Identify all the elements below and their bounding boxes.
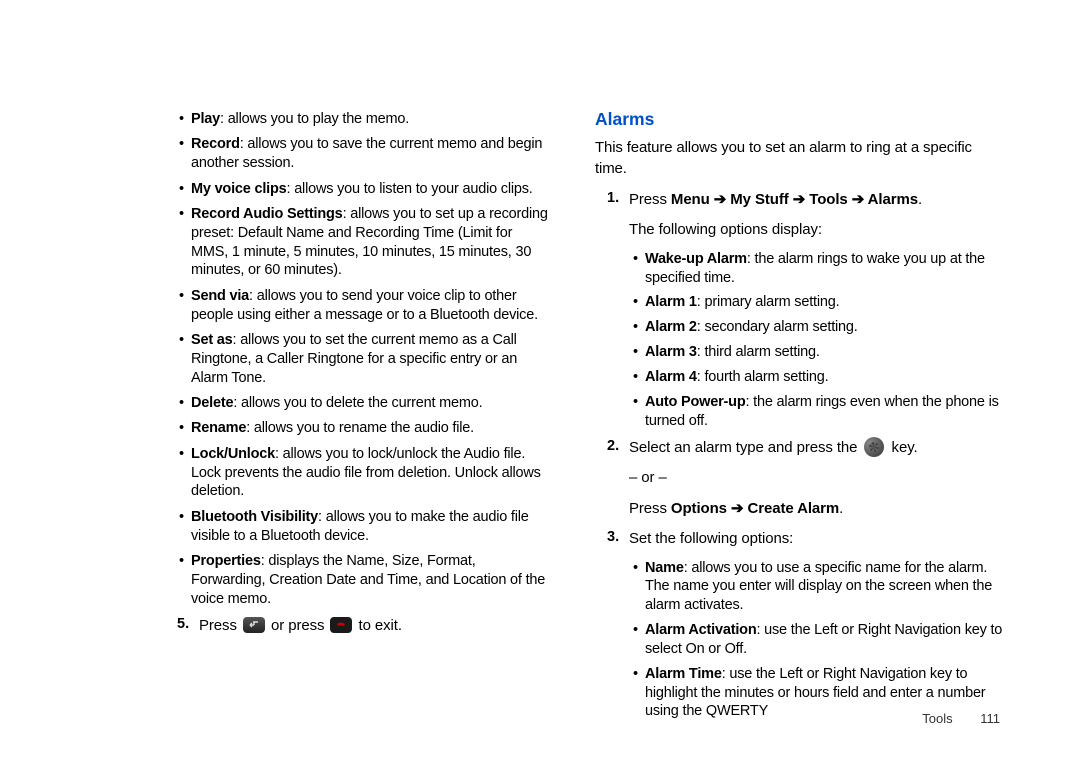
- right-column: Alarms This feature allows you to set an…: [595, 110, 1005, 727]
- list-item: Alarm 3: third alarm setting.: [633, 343, 1005, 362]
- list-item: Properties: displays the Name, Size, For…: [179, 552, 550, 609]
- step-body: Press or press to exit.: [199, 615, 550, 638]
- step-number: 1.: [607, 189, 629, 242]
- alarms-intro: This feature allows you to set an alarm …: [595, 137, 1005, 179]
- list-item: Record Audio Settings: allows you to set…: [179, 205, 550, 280]
- list-item: Wake-up Alarm: the alarm rings to wake y…: [633, 250, 1005, 288]
- list-item: Record: allows you to save the current m…: [179, 135, 550, 173]
- step-number: 5.: [177, 615, 199, 638]
- list-item: Alarm 2: secondary alarm setting.: [633, 318, 1005, 337]
- list-item: Lock/Unlock: allows you to lock/unlock t…: [179, 445, 550, 502]
- step-2: 2. Select an alarm type and press the ke…: [595, 437, 1005, 521]
- step-number: 3.: [607, 528, 629, 551]
- back-key-icon: [243, 617, 265, 633]
- alarm-set-options-list: Name: allows you to use a specific name …: [595, 559, 1005, 722]
- list-item: Auto Power-up: the alarm rings even when…: [633, 393, 1005, 431]
- step-3: 3. Set the following options:: [595, 528, 1005, 551]
- step-number: 2.: [607, 437, 629, 521]
- list-item: Bluetooth Visibility: allows you to make…: [179, 508, 550, 546]
- list-item: Delete: allows you to delete the current…: [179, 394, 550, 413]
- step-body: Select an alarm type and press the key. …: [629, 437, 1005, 521]
- list-item: My voice clips: allows you to listen to …: [179, 180, 550, 199]
- list-item: Alarm Activation: use the Left or Right …: [633, 621, 1005, 659]
- list-item: Send via: allows you to send your voice …: [179, 287, 550, 325]
- step-body: Set the following options:: [629, 528, 1005, 551]
- list-item: Set as: allows you to set the current me…: [179, 331, 550, 388]
- center-key-icon: [864, 437, 884, 457]
- left-column: Play: allows you to play the memo. Recor…: [165, 110, 550, 727]
- list-item: Play: allows you to play the memo.: [179, 110, 550, 129]
- section-title-alarms: Alarms: [595, 108, 1005, 131]
- end-key-icon: [330, 617, 352, 633]
- list-item: Name: allows you to use a specific name …: [633, 559, 1005, 616]
- list-item: Rename: allows you to rename the audio f…: [179, 419, 550, 438]
- step-body: Press Menu ➔ My Stuff ➔ Tools ➔ Alarms. …: [629, 189, 1005, 242]
- voice-memo-options-list: Play: allows you to play the memo. Recor…: [165, 110, 550, 608]
- alarm-options-list: Wake-up Alarm: the alarm rings to wake y…: [595, 250, 1005, 431]
- manual-page: Play: allows you to play the memo. Recor…: [0, 0, 1080, 767]
- footer-section: Tools: [922, 711, 952, 726]
- footer-page-number: 111: [980, 711, 1000, 726]
- step-5: 5. Press or press to exit.: [165, 615, 550, 638]
- list-item: Alarm 1: primary alarm setting.: [633, 293, 1005, 312]
- step-1: 1. Press Menu ➔ My Stuff ➔ Tools ➔ Alarm…: [595, 189, 1005, 242]
- page-footer: Tools 111: [922, 711, 1000, 726]
- list-item: Alarm 4: fourth alarm setting.: [633, 368, 1005, 387]
